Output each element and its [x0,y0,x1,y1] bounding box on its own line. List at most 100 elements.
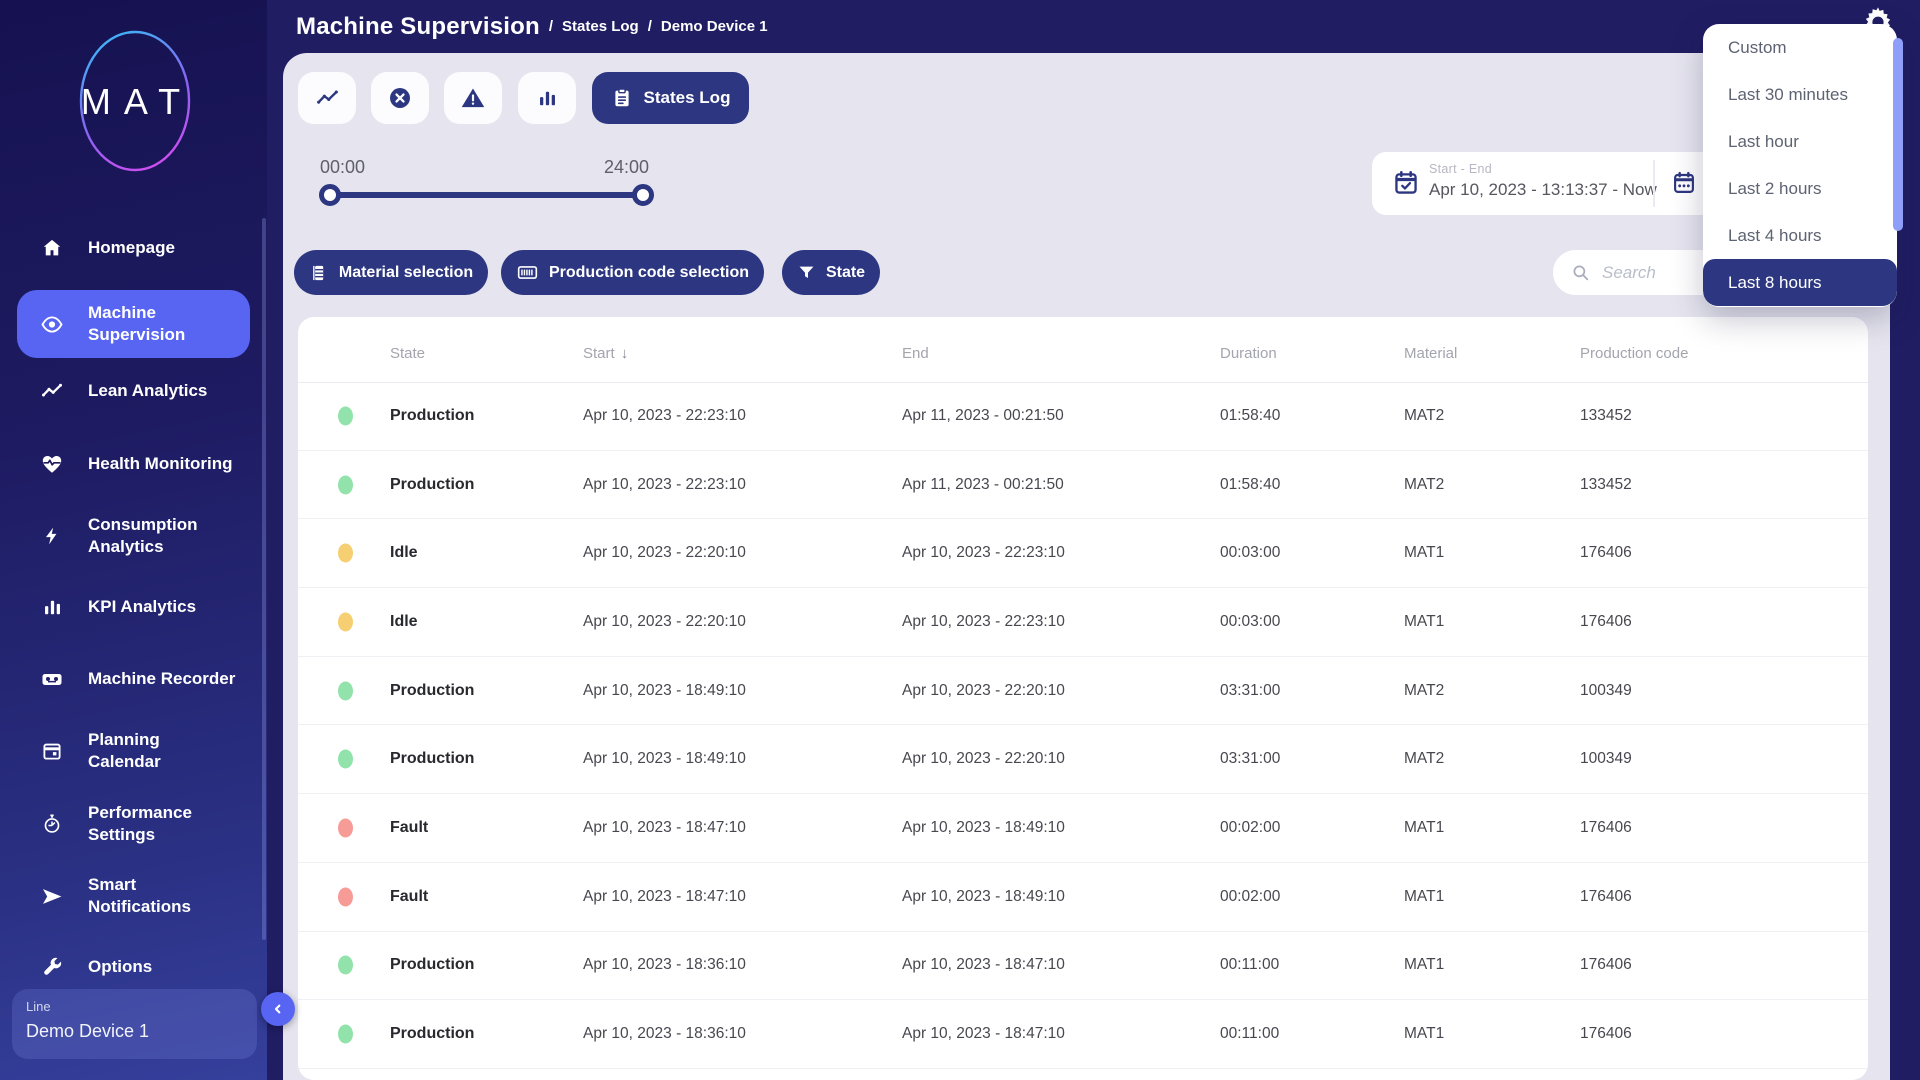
state-filter-button[interactable]: State [782,250,880,295]
sidebar-item-label: Health Monitoring [88,453,232,475]
column-header-start[interactable]: Start↓ [583,345,628,362]
cell-production-code: 133452 [1580,476,1632,494]
material-selection-button[interactable]: Material selection [294,250,488,295]
cell-production-code: 133452 [1580,407,1632,425]
time-slider-track[interactable] [328,192,645,198]
chevron-left-icon [269,1000,287,1018]
sidebar-item-lean-analytics[interactable]: Lean Analytics [17,379,250,403]
table-row[interactable]: ProductionApr 10, 2023 - 18:36:10Apr 10,… [298,932,1868,1001]
sidebar-item-consumption-analytics[interactable]: Consumption Analytics [17,514,250,558]
sidebar-item-machine-supervision[interactable]: Machine Supervision [17,290,250,358]
sidebar-item-label: Machine Recorder [88,668,235,690]
menu-item-last-2-hours[interactable]: Last 2 hours [1703,165,1897,212]
production-code-selection-label: Production code selection [549,264,749,282]
cell-end: Apr 10, 2023 - 18:49:10 [902,888,1065,906]
cell-production-code: 100349 [1580,750,1632,768]
menu-item-custom[interactable]: Custom [1703,24,1897,71]
page-title: Machine Supervision [296,13,540,41]
column-header-state[interactable]: State [390,345,425,362]
column-header-duration[interactable]: Duration [1220,345,1277,362]
cell-duration: 00:03:00 [1220,544,1280,562]
table-row[interactable]: IdleApr 10, 2023 - 22:20:10Apr 10, 2023 … [298,519,1868,588]
tab-trend-chart[interactable] [298,72,356,124]
sidebar-item-homepage[interactable]: Homepage [17,236,250,260]
sidebar-item-machine-recorder[interactable]: Machine Recorder [17,667,250,691]
funnel-icon [797,263,816,282]
cell-duration: 01:58:40 [1220,476,1280,494]
sidebar-item-label: Options [88,956,152,978]
eye-icon [40,312,64,336]
menu-item-last-4-hours[interactable]: Last 4 hours [1703,212,1897,259]
cell-start: Apr 10, 2023 - 18:49:10 [583,750,746,768]
column-header-end[interactable]: End [902,345,929,362]
sidebar-item-health-monitoring[interactable]: Health Monitoring [17,452,250,476]
table-row[interactable]: Fault Apr 10, 2023 - 18:47:10 Apr 10, 2023… [298,794,1868,863]
table-row[interactable]: ProductionApr 10, 2023 - 22:23:10Apr 11,… [298,451,1868,520]
cell-start: Apr 10, 2023 - 18:49:10 [583,682,746,700]
table-row[interactable]: ProductionApr 10, 2023 - 18:49:10Apr 10,… [298,726,1868,795]
menu-item-last-8-hours[interactable]: Last 8 hours [1703,259,1897,306]
tab-states-log[interactable]: States Log [592,72,749,124]
table-row[interactable]: FaultApr 10, 2023 - 18:47:10Apr 10, 2023… [298,863,1868,932]
sidebar-item-kpi-analytics[interactable]: KPI Analytics [17,595,250,619]
cell-production-code: 176406 [1580,956,1632,974]
send-icon [40,884,64,908]
cell-state: Production [390,750,474,768]
sidebar-collapse-button[interactable] [261,992,295,1026]
device-card[interactable]: Line Demo Device 1 [12,989,257,1059]
tab-stops[interactable] [371,72,429,124]
cell-material: MAT1 [1404,1025,1444,1043]
breadcrumb-separator: / [648,18,652,35]
cell-state: Idle [390,613,418,631]
cell-end: Apr 10, 2023 - 22:20:10 [902,682,1065,700]
menu-item-last-30-minutes[interactable]: Last 30 minutes [1703,71,1897,118]
sidebar-item-planning-calendar[interactable]: Planning Calendar [17,729,250,773]
logo-text: MAT [81,81,191,122]
status-dot-production [338,750,353,769]
cell-material: MAT2 [1404,682,1444,700]
date-range-picker[interactable]: Start - End Apr 10, 2023 - 13:13:37 - No… [1372,152,1742,215]
column-header-production-code[interactable]: Production code [1580,345,1688,362]
cell-material: MAT2 [1404,750,1444,768]
cell-end: Apr 10, 2023 - 18:49:10 [902,819,1065,837]
time-slider-handle-start[interactable] [319,184,341,206]
table-row[interactable]: IdleApr 10, 2023 - 22:20:10Apr 10, 2023 … [298,588,1868,657]
time-slider-handle-end[interactable] [632,184,654,206]
sidebar-item-smart-notifications[interactable]: Smart Notifications [17,874,250,918]
production-code-selection-button[interactable]: Production code selection [501,250,764,295]
cell-start: Apr 10, 2023 - 18:36:10 [583,1025,746,1043]
sidebar-item-label: Machine Supervision [88,302,210,346]
sidebar-scrollbar[interactable] [262,218,266,940]
cell-production-code: 176406 [1580,544,1632,562]
cell-state: Fault [390,819,428,837]
status-dot-fault [338,819,353,838]
sidebar-item-options[interactable]: Options [17,955,250,979]
breadcrumb-device[interactable]: Demo Device 1 [661,18,768,35]
home-icon [40,236,64,260]
cell-start: Apr 10, 2023 - 22:23:10 [583,476,746,494]
table-row[interactable]: ProductionApr 10, 2023 - 22:23:10Apr 11,… [298,382,1868,451]
cell-end: Apr 10, 2023 - 22:23:10 [902,544,1065,562]
tab-bar-chart[interactable] [518,72,576,124]
cell-state: Production [390,682,474,700]
cell-state: Production [390,1025,474,1043]
cell-production-code: 176406 [1580,613,1632,631]
device-type-label: Line [26,999,243,1014]
cell-end: Apr 10, 2023 - 22:23:10 [902,613,1065,631]
breadcrumb-separator: / [549,18,553,35]
cell-start: Apr 10, 2023 - 18:47:10 [583,819,746,837]
table-row[interactable]: ProductionApr 10, 2023 - 18:36:10Apr 10,… [298,1000,1868,1069]
column-header-material[interactable]: Material [1404,345,1457,362]
page-scrollbar[interactable] [1893,38,1903,231]
cell-start: Apr 10, 2023 - 22:23:10 [583,407,746,425]
cell-duration: 00:03:00 [1220,613,1280,631]
breadcrumb-section[interactable]: States Log [562,18,639,35]
sidebar-item-performance-settings[interactable]: Performance Settings [17,802,250,846]
calendar-dots-icon[interactable] [1671,170,1697,196]
menu-item-last-hour[interactable]: Last hour [1703,118,1897,165]
clipboard-icon [611,87,633,109]
material-selection-label: Material selection [339,264,473,282]
tab-alarms[interactable] [444,72,502,124]
cell-material: MAT1 [1404,613,1444,631]
table-row[interactable]: Production Apr 10, 2023 - 18:49:10 Apr 10,… [298,657,1868,726]
